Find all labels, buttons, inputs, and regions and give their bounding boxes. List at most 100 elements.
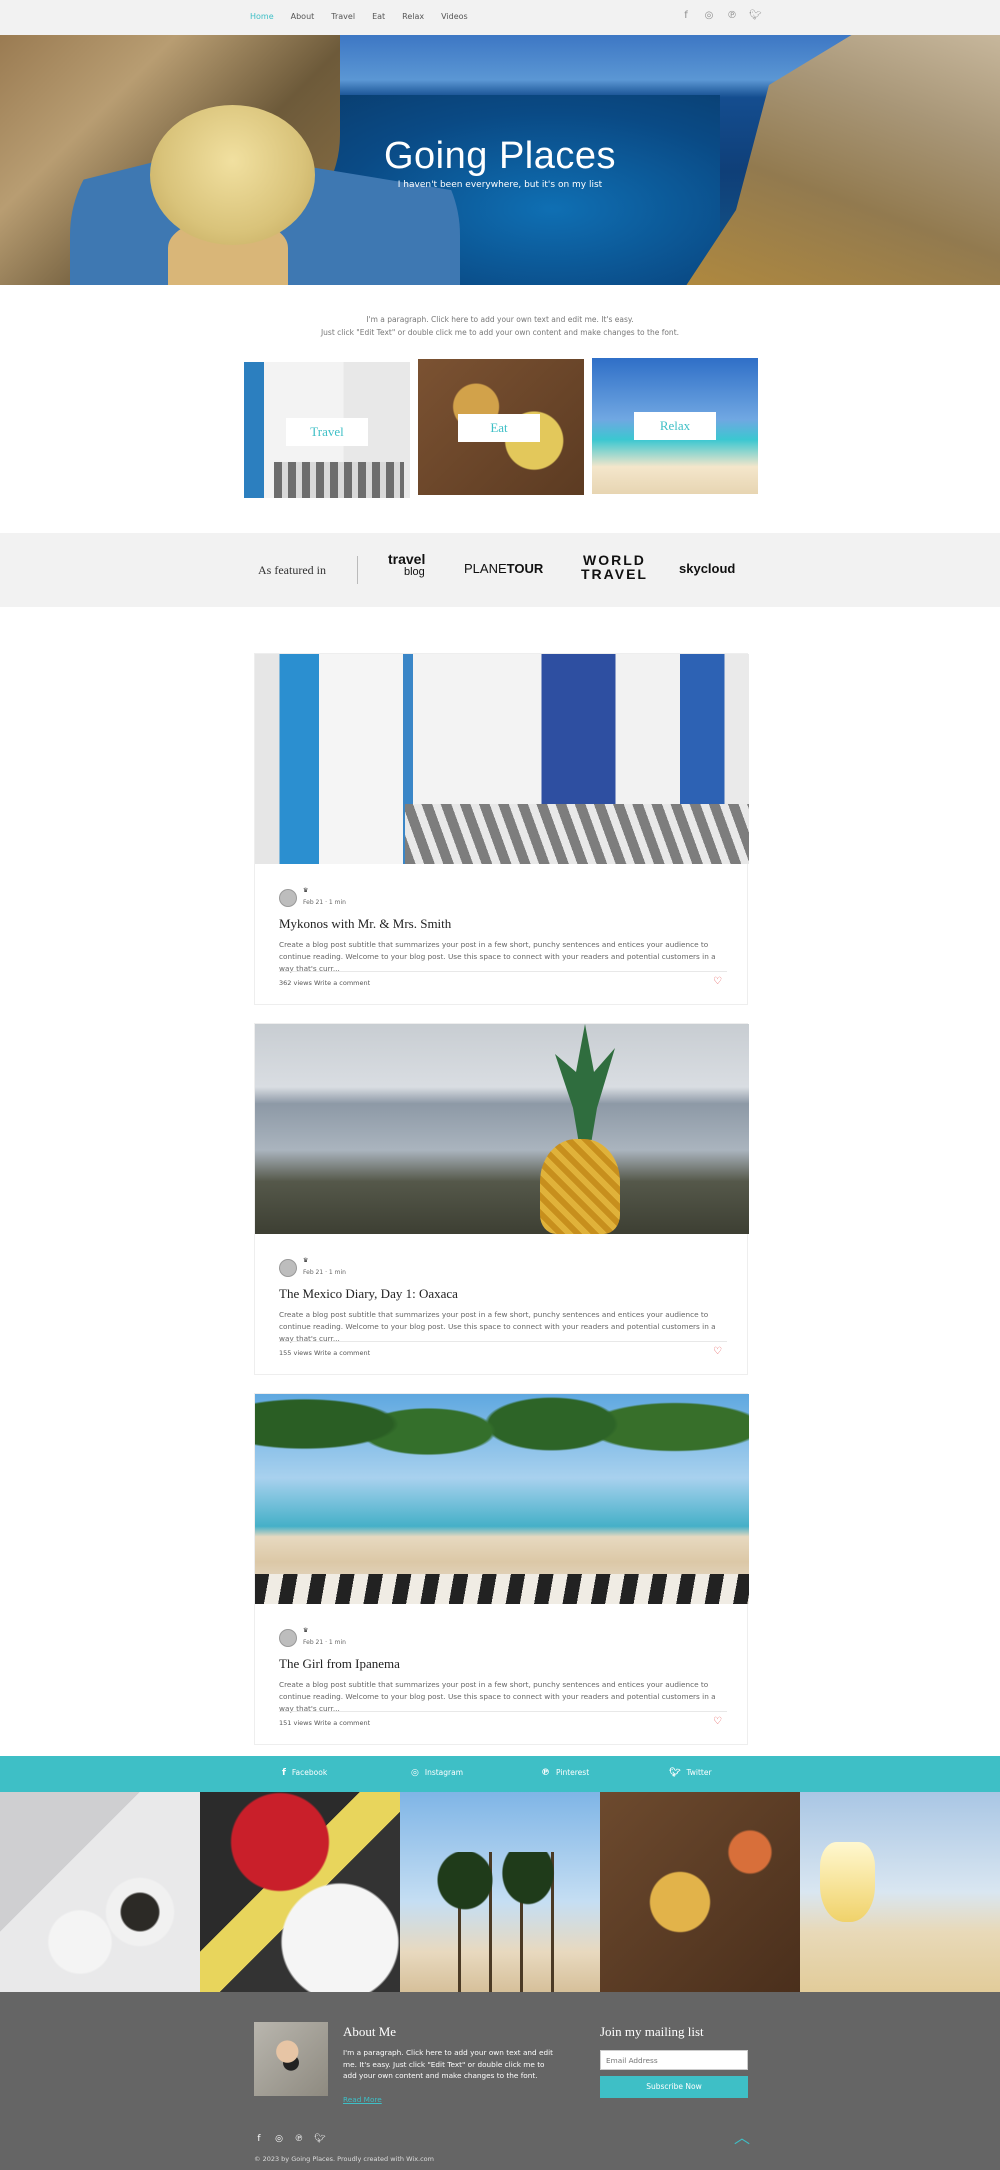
pinterest-icon: ℗	[541, 1768, 550, 1778]
featured-divider	[357, 556, 358, 584]
instagram-icon[interactable]: ◎	[274, 2134, 284, 2144]
gallery-image-food-table[interactable]	[600, 1792, 800, 1992]
heart-icon[interactable]: ♡	[713, 1716, 722, 1727]
social-link-instagram[interactable]: ◎ Instagram	[411, 1768, 463, 1778]
author-avatar[interactable]	[279, 1259, 297, 1277]
post-excerpt: Create a blog post subtitle that summari…	[279, 1310, 716, 1343]
post-meta: Feb 21 · 1 min	[303, 1639, 346, 1646]
gallery-image-beach-drink[interactable]	[800, 1792, 1000, 1992]
social-strip: f Facebook ◎ Instagram ℗ Pinterest 🐦︎ Twitte…	[0, 1756, 1000, 1792]
post-cover-image[interactable]	[255, 1394, 749, 1604]
gallery-image-laptop-coffee[interactable]	[0, 1792, 200, 1992]
category-label-eat[interactable]: Eat	[458, 414, 540, 442]
site-footer: About Me I'm a paragraph. Click here to …	[0, 1992, 1000, 2170]
instagram-icon: ◎	[411, 1768, 419, 1778]
post-title[interactable]: The Mexico Diary, Day 1: Oaxaca	[279, 1286, 458, 1302]
post-title[interactable]: Mykonos with Mr. & Mrs. Smith	[279, 916, 451, 932]
nav-item-eat[interactable]: Eat	[372, 12, 385, 21]
post-cover-image[interactable]	[255, 1024, 749, 1234]
post-meta: Feb 21 · 1 min	[303, 1269, 346, 1276]
author-photo	[254, 2022, 328, 2096]
read-more-link[interactable]: Read More	[343, 2095, 382, 2104]
post-title[interactable]: The Girl from Ipanema	[279, 1656, 400, 1672]
facebook-icon: f	[282, 1768, 286, 1778]
facebook-icon[interactable]: f	[680, 10, 692, 21]
back-to-top-icon[interactable]: ︿	[734, 2124, 750, 2148]
category-label-relax[interactable]: Relax	[634, 412, 716, 440]
nav-item-home[interactable]: Home	[250, 12, 274, 21]
post-divider	[279, 1341, 727, 1342]
write-comment-link[interactable]: Write a comment	[314, 1719, 370, 1727]
planetour-logo-word2: TOUR	[506, 561, 544, 576]
intro-line-2: Just click "Edit Text" or double click m…	[320, 328, 680, 337]
instagram-icon[interactable]: ◎	[703, 10, 715, 21]
travel-blog-logo-word2: blog	[404, 566, 425, 578]
twitter-icon: 🐦︎	[669, 1768, 681, 1778]
post-excerpt: Create a blog post subtitle that summari…	[279, 1680, 716, 1713]
category-tile-relax[interactable]: Relax	[592, 358, 758, 494]
write-comment-link[interactable]: Write a comment	[314, 1349, 370, 1357]
post-excerpt: Create a blog post subtitle that summari…	[279, 940, 716, 973]
crown-icon: ♛	[303, 1627, 309, 1634]
social-link-facebook[interactable]: f Facebook	[282, 1768, 327, 1778]
category-tile-eat[interactable]: Eat	[418, 359, 584, 495]
social-link-twitter[interactable]: 🐦︎ Twitter	[669, 1768, 712, 1778]
nav-item-videos[interactable]: Videos	[441, 12, 468, 21]
write-comment-link[interactable]: Write a comment	[314, 979, 370, 987]
skycloud-logo: skycloud	[679, 561, 736, 576]
featured-band: As featured in travel blog PLANETOUR WOR…	[0, 533, 1000, 607]
post-meta: Feb 21 · 1 min	[303, 899, 346, 906]
travel-blog-logo: travel blog	[388, 551, 426, 579]
crown-icon: ♛	[303, 1257, 309, 1264]
heart-icon[interactable]: ♡	[713, 976, 722, 987]
twitter-icon[interactable]: 🐦︎	[749, 10, 762, 21]
post-cover-image[interactable]	[255, 654, 749, 864]
site-header: Home About Travel Eat Relax Videos f ◎ ℗…	[0, 0, 1000, 35]
blog-post-card[interactable]: ♛ Feb 21 · 1 min The Mexico Diary, Day 1…	[254, 1023, 749, 1375]
crown-icon: ♛	[303, 887, 309, 894]
social-link-pinterest[interactable]: ℗ Pinterest	[541, 1768, 589, 1778]
planetour-logo: PLANETOUR	[464, 561, 543, 576]
post-views: 362 views	[279, 979, 312, 987]
about-text: I'm a paragraph. Click here to add your …	[343, 2048, 553, 2080]
category-label-travel[interactable]: Travel	[286, 418, 368, 446]
footer-social-bar: f ◎ ℗ 🐦︎	[254, 2134, 325, 2144]
gallery-image-palm-trees[interactable]	[400, 1792, 600, 1992]
header-social-bar: f ◎ ℗ 🐦︎	[680, 10, 761, 21]
nav-item-travel[interactable]: Travel	[331, 12, 355, 21]
post-views: 155 views	[279, 1349, 312, 1357]
world-travel-logo-word1: WORLD	[583, 552, 646, 568]
world-travel-logo: WORLD TRAVEL	[581, 553, 648, 581]
post-divider	[279, 1711, 727, 1712]
hero-title: Going Places	[383, 135, 616, 177]
post-views: 151 views	[279, 1719, 312, 1727]
email-field[interactable]	[600, 2050, 748, 2070]
pinterest-icon[interactable]: ℗	[726, 10, 738, 21]
nav-item-about[interactable]: About	[291, 12, 315, 21]
nav-item-relax[interactable]: Relax	[402, 12, 424, 21]
travel-blog-logo-word1: travel	[388, 551, 426, 567]
blog-post-card[interactable]: ♛ Feb 21 · 1 min Mykonos with Mr. & Mrs.…	[254, 653, 749, 1005]
hero-subtitle: I haven't been everywhere, but it's on m…	[397, 180, 603, 190]
post-divider	[279, 971, 727, 972]
blog-post-card[interactable]: ♛ Feb 21 · 1 min The Girl from Ipanema C…	[254, 1393, 749, 1745]
about-heading: About Me	[343, 2024, 397, 2039]
world-travel-logo-word2: TRAVEL	[581, 566, 648, 582]
author-avatar[interactable]	[279, 1629, 297, 1647]
gallery-image-strawberries-croissant[interactable]	[200, 1792, 400, 1992]
copyright-text: © 2023 by Going Places. Proudly created …	[254, 2155, 434, 2163]
planetour-logo-word1: PLANE	[464, 561, 507, 576]
featured-label: As featured in	[258, 563, 326, 577]
twitter-icon[interactable]: 🐦︎	[314, 2134, 325, 2144]
pinterest-icon[interactable]: ℗	[294, 2134, 304, 2144]
intro-paragraph: I'm a paragraph. Click here to add your …	[0, 313, 1000, 339]
subscribe-button[interactable]: Subscribe Now	[600, 2076, 748, 2098]
intro-line-1: I'm a paragraph. Click here to add your …	[366, 315, 634, 324]
main-nav: Home About Travel Eat Relax Videos	[250, 12, 468, 21]
author-avatar[interactable]	[279, 889, 297, 907]
facebook-icon[interactable]: f	[254, 2134, 264, 2144]
mailing-list-heading: Join my mailing list	[600, 2024, 704, 2039]
heart-icon[interactable]: ♡	[713, 1346, 722, 1357]
hero-banner: Going Places I haven't been everywhere, …	[0, 35, 1000, 285]
category-tile-travel[interactable]: Travel	[244, 362, 410, 498]
